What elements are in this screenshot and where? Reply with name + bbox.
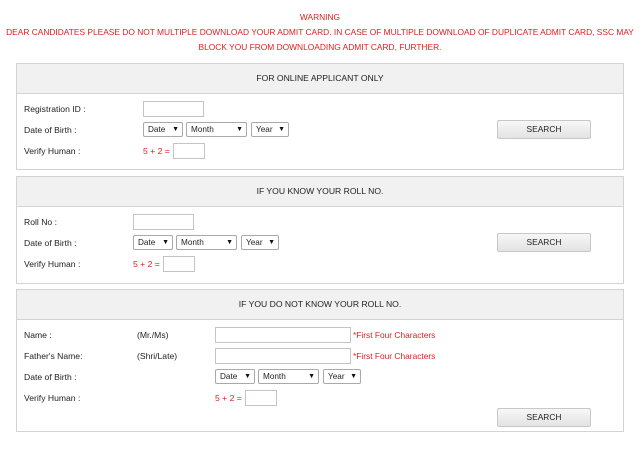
dob-month-select[interactable]: Month ▼ xyxy=(176,235,237,250)
captcha-question: 5 + 2 = xyxy=(215,393,242,403)
name-input[interactable] xyxy=(215,327,351,343)
registration-id-input[interactable] xyxy=(143,101,204,117)
captcha-answer-input[interactable] xyxy=(173,143,205,159)
search-button[interactable]: SEARCH xyxy=(497,408,591,427)
dob-date-value: Date xyxy=(148,125,166,134)
captcha-question: 5 + 2 = xyxy=(133,259,160,269)
warning-line-2: BLOCK YOU FROM DOWNLOADING ADMIT CARD, F… xyxy=(198,42,442,52)
captcha-answer-input[interactable] xyxy=(245,390,277,406)
dob-year-select[interactable]: Year ▼ xyxy=(323,369,361,384)
online-panel-heading: FOR ONLINE APPLICANT ONLY xyxy=(17,64,623,94)
dob-year-select[interactable]: Year ▼ xyxy=(241,235,279,250)
dob-year-value: Year xyxy=(256,125,273,134)
father-name-hint: *First Four Characters xyxy=(353,351,436,361)
search-button[interactable]: SEARCH xyxy=(497,120,591,139)
dob-date-select[interactable]: Date ▼ xyxy=(133,235,173,250)
chevron-down-icon: ▼ xyxy=(162,239,169,246)
verify-human-label: Verify Human : xyxy=(24,259,81,269)
dob-date-select[interactable]: Date ▼ xyxy=(143,122,183,137)
chevron-down-icon: ▼ xyxy=(278,126,285,133)
name-hint: *First Four Characters xyxy=(353,330,436,340)
roll-no-input[interactable] xyxy=(133,214,194,230)
dob-date-value: Date xyxy=(138,238,156,247)
dob-month-select[interactable]: Month ▼ xyxy=(258,369,319,384)
chevron-down-icon: ▼ xyxy=(350,373,357,380)
dob-year-select[interactable]: Year ▼ xyxy=(251,122,289,137)
dob-month-value: Month xyxy=(263,372,286,381)
roll-no-label: Roll No : xyxy=(24,217,57,227)
know-roll-panel: IF YOU KNOW YOUR ROLL NO. Roll No : Date… xyxy=(16,176,624,284)
verify-human-label: Verify Human : xyxy=(24,393,81,403)
warning-title: WARNING xyxy=(299,12,341,22)
name-prefix-label: (Mr./Ms) xyxy=(137,330,169,340)
verify-human-label: Verify Human : xyxy=(24,146,81,156)
dob-label: Date of Birth : xyxy=(24,125,77,135)
unknown-roll-panel-heading: IF YOU DO NOT KNOW YOUR ROLL NO. xyxy=(17,290,623,320)
registration-id-label: Registration ID : xyxy=(24,104,86,114)
father-prefix-label: (Shri/Late) xyxy=(137,351,178,361)
chevron-down-icon: ▼ xyxy=(308,373,315,380)
dob-date-select[interactable]: Date ▼ xyxy=(215,369,255,384)
father-name-label: Father's Name: xyxy=(24,351,83,361)
online-applicant-panel: FOR ONLINE APPLICANT ONLY Registration I… xyxy=(16,63,624,170)
dob-year-value: Year xyxy=(328,372,345,381)
captcha-question: 5 + 2 = xyxy=(143,146,170,156)
dob-date-value: Date xyxy=(220,372,238,381)
search-button[interactable]: SEARCH xyxy=(497,233,591,252)
know-roll-panel-heading: IF YOU KNOW YOUR ROLL NO. xyxy=(17,177,623,207)
dob-label: Date of Birth : xyxy=(24,372,77,382)
unknown-roll-panel: IF YOU DO NOT KNOW YOUR ROLL NO. Name : … xyxy=(16,289,624,432)
captcha-answer-input[interactable] xyxy=(163,256,195,272)
father-name-input[interactable] xyxy=(215,348,351,364)
dob-month-select[interactable]: Month ▼ xyxy=(186,122,247,137)
dob-label: Date of Birth : xyxy=(24,238,77,248)
chevron-down-icon: ▼ xyxy=(244,373,251,380)
dob-month-value: Month xyxy=(181,238,204,247)
warning-line-1: DEAR CANDIDATES PLEASE DO NOT MULTIPLE D… xyxy=(6,27,634,37)
chevron-down-icon: ▼ xyxy=(268,239,275,246)
chevron-down-icon: ▼ xyxy=(236,126,243,133)
dob-month-value: Month xyxy=(191,125,214,134)
warning-notice: WARNING DEAR CANDIDATES PLEASE DO NOT MU… xyxy=(0,10,640,55)
name-label: Name : xyxy=(24,330,52,340)
chevron-down-icon: ▼ xyxy=(172,126,179,133)
chevron-down-icon: ▼ xyxy=(226,239,233,246)
dob-year-value: Year xyxy=(246,238,263,247)
